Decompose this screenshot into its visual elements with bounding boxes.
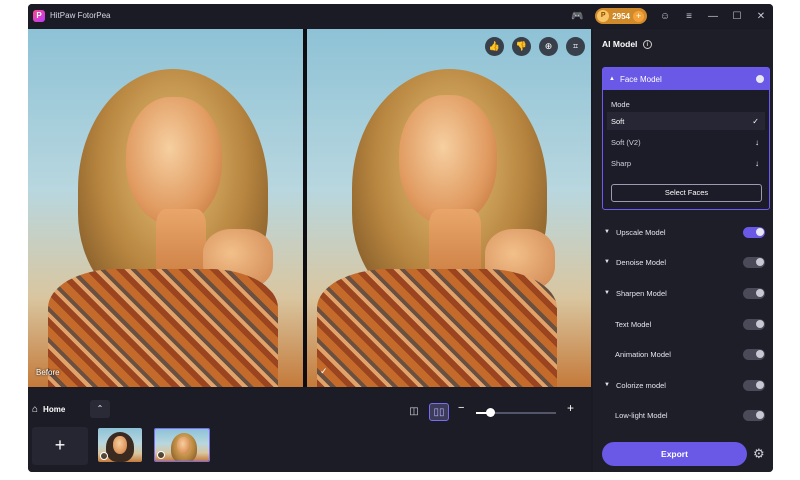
bottom-bar: ⌂ Home ⌃ + ◫ ▯▯ − + [28,388,591,472]
sharpen-model-row[interactable]: ▼ Sharpen Model [602,283,770,303]
after-image: ✓ 👍 👎 ⊕ ⌗ [307,29,591,387]
colorize-model-toggle[interactable] [743,379,765,391]
zoom-icon[interactable]: ⊕ [539,37,558,56]
model-label: Low-light Model [615,410,668,420]
app-title: HitPaw FotorPea [50,11,111,20]
menu-icon[interactable]: ≡ [677,4,701,28]
caret-up-icon: ▲ [609,76,615,82]
crop-icon[interactable]: ⌗ [566,37,585,56]
text-model-toggle[interactable] [743,318,765,330]
preview-canvas: Before ✓ 👍 👎 ⊕ ⌗ [28,29,591,387]
title-bar: P HitPaw FotorPea 🎮 P 2954 + ☺ ≡ — ☐ ✕ [28,4,773,28]
title-bar-controls: 🎮 P 2954 + ☺ ≡ — ☐ ✕ [565,4,773,28]
dislike-icon[interactable]: 👎 [512,37,531,56]
mode-option-label: Soft [611,116,625,126]
home-button[interactable]: ⌂ Home [32,400,65,418]
face-model-section: ▲ Face Model Mode Soft ✓ Soft (V2) ↓ Sha… [602,67,770,210]
model-label: Animation Model [615,349,671,359]
gear-icon[interactable]: ⚙ [753,446,765,462]
caret-down-icon: ▼ [604,259,610,265]
credits-count: 2954 [612,11,630,21]
model-label: Denoise Model [615,257,666,267]
animation-model-toggle[interactable] [743,348,765,360]
app-root: P HitPaw FotorPea 🎮 P 2954 + ☺ ≡ — ☐ ✕ B… [0,0,800,480]
zoom-in-icon[interactable]: + [567,401,574,415]
face-model-toggle[interactable] [743,73,765,85]
panel-title-text: AI Model [602,39,638,49]
zoom-out-icon[interactable]: − [458,402,464,414]
model-label: Colorize model [615,380,666,390]
mode-option-sharp[interactable]: Sharp ↓ [607,154,765,172]
caret-down-icon: ▼ [604,290,610,296]
denoise-model-toggle[interactable] [743,256,765,268]
compare-view-icon[interactable]: ▯▯ [429,403,449,421]
panel-title: AI Model i [602,39,652,50]
caret-down-icon: ▼ [604,382,610,388]
face-model-header[interactable]: ▲ Face Model [603,68,769,90]
low-light-model-toggle[interactable] [743,409,765,421]
denoise-model-row[interactable]: ▼ Denoise Model [602,252,770,272]
colorize-model-row[interactable]: ▼ Colorize model [602,375,770,395]
credits-badge[interactable]: P 2954 + [595,8,647,24]
before-label: Before [36,368,60,377]
discord-icon[interactable]: 🎮 [565,4,589,28]
coin-icon: P [597,10,610,22]
model-label: Upscale Model [615,227,666,237]
upscale-model-toggle[interactable] [743,226,765,238]
home-icon: ⌂ [32,403,39,415]
user-icon[interactable]: ☺ [653,4,677,28]
mode-option-label: Sharp [611,158,632,168]
check-icon: ✓ [752,116,759,126]
app-window: P HitPaw FotorPea 🎮 P 2954 + ☺ ≡ — ☐ ✕ B… [28,4,773,472]
mode-option-soft-v2[interactable]: Soft (V2) ↓ [607,133,765,151]
add-image-button[interactable]: + [32,427,88,465]
animation-model-row[interactable]: Animation Model [602,344,770,364]
before-image: Before [28,29,303,387]
maximize-icon[interactable]: ☐ [725,4,749,28]
like-icon[interactable]: 👍 [485,37,504,56]
add-credits-icon[interactable]: + [633,10,644,22]
caret-down-icon: ▼ [604,229,610,235]
model-label: Text Model [615,319,652,329]
mode-option-label: Soft (V2) [611,137,641,147]
image-toolbar: 👍 👎 ⊕ ⌗ [485,37,585,56]
home-label: Home [43,404,66,414]
face-model-label: Face Model [619,74,662,84]
thumbnail-info-icon [157,451,165,459]
split-view-icon[interactable]: ◫ [404,403,424,421]
download-icon[interactable]: ↓ [755,138,759,147]
thumbnail-2[interactable] [154,428,210,462]
collapse-button[interactable]: ⌃ [90,400,110,418]
mode-label: Mode [611,100,630,109]
close-icon[interactable]: ✕ [749,4,773,28]
text-model-row[interactable]: Text Model [602,314,770,334]
after-check-icon: ✓ [320,366,328,376]
minimize-icon[interactable]: — [701,4,725,28]
export-button[interactable]: Export [602,442,747,466]
info-icon[interactable]: i [642,40,652,50]
model-label: Sharpen Model [615,288,667,298]
low-light-model-row[interactable]: Low-light Model [602,405,770,425]
app-logo: P [33,10,45,22]
sharpen-model-toggle[interactable] [743,287,765,299]
upscale-model-row[interactable]: ▼ Upscale Model [602,222,770,242]
zoom-slider-handle[interactable] [486,408,496,417]
ai-model-panel: AI Model i ▲ Face Model Mode Soft ✓ Soft… [593,29,773,472]
mode-option-soft[interactable]: Soft ✓ [607,112,765,130]
select-faces-button[interactable]: Select Faces [611,184,762,202]
download-icon[interactable]: ↓ [755,159,759,168]
thumbnail-1[interactable] [98,428,142,462]
thumbnail-info-icon [100,452,108,460]
